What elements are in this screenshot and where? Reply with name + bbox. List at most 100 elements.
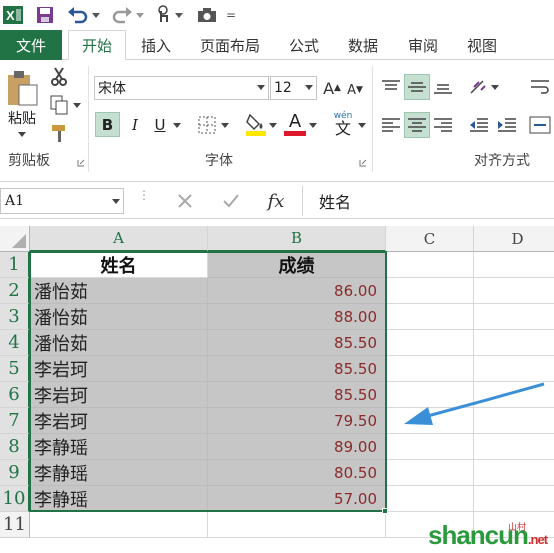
undo-dropdown-icon[interactable] xyxy=(91,4,101,26)
tab-home[interactable]: 开始 xyxy=(68,30,126,61)
tab-insert[interactable]: 插入 xyxy=(130,30,182,60)
clipboard-launcher-icon[interactable] xyxy=(76,158,86,168)
touch-mode-icon[interactable] xyxy=(152,4,174,26)
paste-icon[interactable] xyxy=(4,68,40,108)
insert-function-button[interactable]: fx xyxy=(262,188,290,214)
underline-button[interactable]: U xyxy=(149,112,171,137)
score-cell[interactable]: 79.50 xyxy=(208,408,386,434)
excel-icon[interactable]: X xyxy=(2,4,24,26)
name-cell[interactable]: 李岩珂 xyxy=(30,382,208,408)
name-cell[interactable]: 李岩珂 xyxy=(30,408,208,434)
redo-icon[interactable] xyxy=(110,4,134,26)
tab-review[interactable]: 审阅 xyxy=(396,30,450,60)
tab-data[interactable]: 数据 xyxy=(336,30,390,60)
grow-font-button[interactable]: A ▲ xyxy=(322,76,342,100)
tab-view[interactable]: 视图 xyxy=(456,30,508,60)
tab-page-layout[interactable]: 页面布局 xyxy=(190,30,270,60)
header-cell-score[interactable]: 成绩 xyxy=(208,252,386,278)
empty-cell[interactable] xyxy=(386,278,474,304)
fill-color-icon[interactable] xyxy=(244,110,268,138)
empty-cell[interactable] xyxy=(474,460,554,486)
shrink-font-button[interactable]: A ▼ xyxy=(345,78,365,102)
empty-cell[interactable] xyxy=(386,330,474,356)
font-color-dropdown-icon[interactable] xyxy=(308,120,318,130)
empty-cell[interactable] xyxy=(386,304,474,330)
select-all-button[interactable] xyxy=(0,226,30,252)
merge-center-icon[interactable] xyxy=(527,112,553,138)
score-cell[interactable]: 88.00 xyxy=(208,304,386,330)
touch-dropdown-icon[interactable] xyxy=(174,4,184,26)
name-cell[interactable]: 李静瑶 xyxy=(30,486,208,512)
score-cell[interactable]: 85.50 xyxy=(208,382,386,408)
row-header[interactable]: 6 xyxy=(0,382,30,408)
borders-dropdown-icon[interactable] xyxy=(220,120,230,130)
empty-cell[interactable] xyxy=(386,356,474,382)
empty-cell[interactable] xyxy=(386,434,474,460)
format-painter-icon[interactable] xyxy=(48,122,70,144)
font-name-select[interactable]: 宋体 xyxy=(94,76,269,100)
empty-cell[interactable] xyxy=(474,278,554,304)
row-header[interactable]: 3 xyxy=(0,304,30,330)
row-header[interactable]: 7 xyxy=(0,408,30,434)
score-cell[interactable]: 86.00 xyxy=(208,278,386,304)
row-header[interactable]: 8 xyxy=(0,434,30,460)
row-header[interactable]: 9 xyxy=(0,460,30,486)
empty-cell[interactable] xyxy=(474,330,554,356)
italic-button[interactable]: I xyxy=(124,112,146,137)
name-cell[interactable]: 潘怡茹 xyxy=(30,330,208,356)
column-header-a[interactable]: A xyxy=(30,226,208,252)
fill-handle[interactable] xyxy=(382,508,388,514)
column-header-d[interactable]: D xyxy=(474,226,554,252)
cut-icon[interactable] xyxy=(48,66,70,88)
row-header[interactable]: 2 xyxy=(0,278,30,304)
font-size-select[interactable]: 12 xyxy=(270,76,317,100)
camera-icon[interactable] xyxy=(196,4,218,26)
column-header-b[interactable]: B xyxy=(208,226,386,252)
empty-cell[interactable] xyxy=(30,512,208,538)
name-cell[interactable]: 潘怡茹 xyxy=(30,278,208,304)
score-cell[interactable]: 80.50 xyxy=(208,460,386,486)
row-header[interactable]: 4 xyxy=(0,330,30,356)
font-launcher-icon[interactable] xyxy=(358,158,368,168)
score-cell[interactable]: 85.50 xyxy=(208,356,386,382)
middle-align-icon[interactable] xyxy=(404,74,430,100)
undo-icon[interactable] xyxy=(66,4,90,26)
phonetic-guide-button[interactable]: wén 文 xyxy=(330,110,356,138)
row-header[interactable]: 5 xyxy=(0,356,30,382)
align-center-icon[interactable] xyxy=(404,112,430,138)
copy-icon[interactable] xyxy=(48,94,70,116)
orientation-icon[interactable] xyxy=(466,74,490,100)
empty-cell[interactable] xyxy=(208,512,386,538)
empty-cell[interactable] xyxy=(474,356,554,382)
formula-input[interactable]: 姓名 xyxy=(302,186,554,216)
increase-indent-icon[interactable] xyxy=(494,112,520,138)
name-box[interactable]: A1 xyxy=(0,188,124,214)
name-cell[interactable]: 李静瑶 xyxy=(30,434,208,460)
copy-dropdown-icon[interactable] xyxy=(72,100,82,110)
underline-dropdown-icon[interactable] xyxy=(172,120,182,130)
customize-qat-icon[interactable]: = xyxy=(224,4,238,26)
empty-cell[interactable] xyxy=(474,486,554,512)
phonetic-dropdown-icon[interactable] xyxy=(357,120,367,130)
align-left-icon[interactable] xyxy=(378,112,404,138)
score-cell[interactable]: 89.00 xyxy=(208,434,386,460)
empty-cell[interactable] xyxy=(386,252,474,278)
row-header[interactable]: 1 xyxy=(0,252,30,278)
empty-cell[interactable] xyxy=(386,460,474,486)
cancel-entry-icon[interactable] xyxy=(172,188,198,214)
redo-dropdown-icon[interactable] xyxy=(135,4,145,26)
align-right-icon[interactable] xyxy=(430,112,456,138)
empty-cell[interactable] xyxy=(474,434,554,460)
top-align-icon[interactable] xyxy=(378,74,404,100)
font-color-button[interactable]: A xyxy=(284,110,306,132)
fill-color-dropdown-icon[interactable] xyxy=(268,120,278,130)
tab-formulas[interactable]: 公式 xyxy=(278,30,330,60)
empty-cell[interactable] xyxy=(474,304,554,330)
name-cell[interactable]: 李静瑶 xyxy=(30,460,208,486)
orientation-dropdown-icon[interactable] xyxy=(490,82,500,92)
name-cell[interactable]: 潘怡茹 xyxy=(30,304,208,330)
row-header[interactable]: 11 xyxy=(0,512,30,538)
tab-file[interactable]: 文件 xyxy=(0,30,62,60)
empty-cell[interactable] xyxy=(386,486,474,512)
wrap-text-icon[interactable] xyxy=(527,74,553,100)
